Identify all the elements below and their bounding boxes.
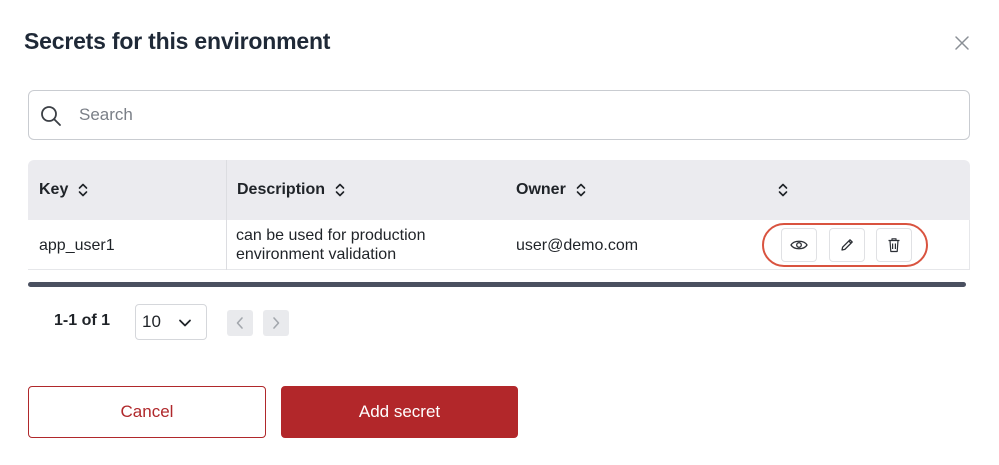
table-header: Key Description Owner: [28, 160, 970, 220]
next-page-button[interactable]: [263, 310, 289, 336]
table-row: app_user1 can be used for production env…: [28, 220, 970, 270]
column-label: Owner: [516, 181, 566, 198]
view-secret-button[interactable]: [781, 228, 817, 262]
horizontal-scrollbar[interactable]: [28, 282, 966, 287]
cancel-button[interactable]: Cancel: [28, 386, 266, 438]
sort-icon: [778, 183, 788, 197]
cell-owner: user@demo.com: [516, 236, 639, 254]
row-edge: [969, 220, 970, 270]
cell-description: can be used for production environment v…: [236, 220, 425, 270]
pencil-icon: [841, 239, 853, 251]
description-line: environment validation: [236, 246, 397, 263]
chevron-left-icon: [236, 317, 243, 329]
chevron-right-icon: [273, 317, 280, 329]
description-line: can be used for production: [236, 227, 426, 244]
column-header-owner[interactable]: Owner: [516, 160, 586, 220]
edit-secret-button[interactable]: [829, 228, 865, 262]
column-header-key[interactable]: Key: [39, 160, 88, 220]
column-label: Description: [237, 181, 326, 198]
column-label: Key: [39, 181, 69, 198]
search-icon: [41, 106, 61, 126]
search-box: [28, 90, 970, 140]
add-secret-button[interactable]: Add secret: [281, 386, 518, 438]
page-size-value: 10: [142, 312, 161, 331]
column-header-actions[interactable]: [778, 160, 788, 220]
page-size-select[interactable]: 10: [135, 304, 207, 340]
sort-icon: [79, 183, 88, 197]
dialog-title: Secrets for this environment: [24, 28, 331, 54]
search-input[interactable]: [79, 92, 949, 138]
sort-icon: [576, 183, 586, 197]
eye-icon: [790, 240, 808, 250]
sort-icon: [335, 183, 345, 197]
pagination-range: 1-1 of 1: [54, 312, 111, 329]
previous-page-button[interactable]: [227, 310, 253, 336]
trash-icon: [888, 238, 900, 253]
column-divider: [226, 160, 227, 270]
chevron-down-icon: [179, 319, 191, 327]
column-header-description[interactable]: Description: [237, 160, 345, 220]
delete-secret-button[interactable]: [876, 228, 912, 262]
secrets-table: Key Description Owner app_user1 can be u…: [28, 160, 970, 270]
close-icon[interactable]: [951, 32, 973, 54]
cell-key: app_user1: [39, 236, 115, 254]
